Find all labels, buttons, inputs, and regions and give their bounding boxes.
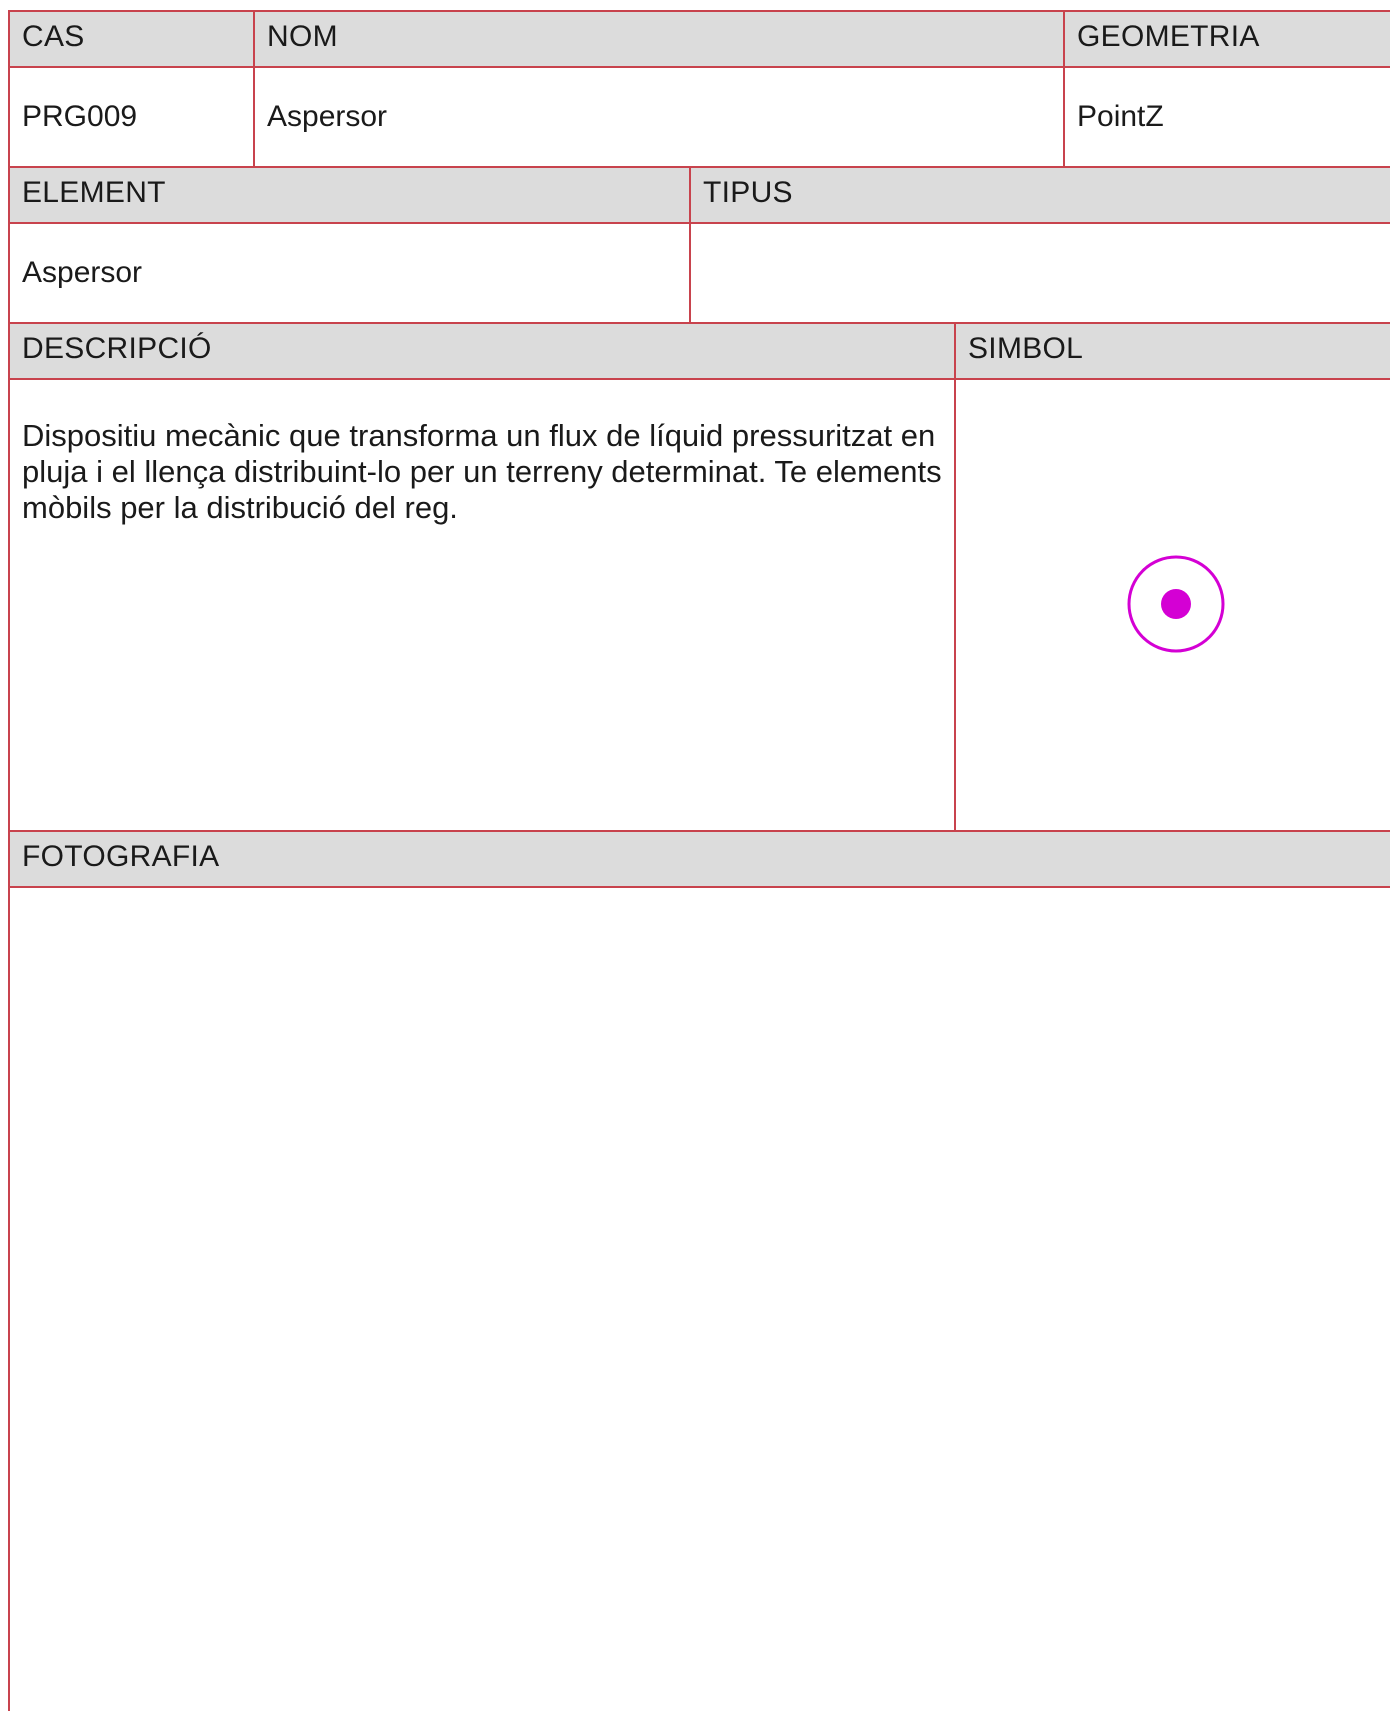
simbol-cell [954,378,1390,832]
tipus-value [689,222,1390,324]
nom-value: Aspersor [253,66,1065,168]
descripcio-text: Dispositiu mecànic que transforma un flu… [22,418,942,525]
cas-header: CAS [8,10,255,68]
element-header: ELEMENT [8,166,691,224]
simbol-header: SIMBOL [954,322,1390,380]
sprinkler-point-symbol-icon [1127,555,1225,653]
fotografia-area [8,886,1390,1711]
descripcio-header: DESCRIPCIÓ [8,322,956,380]
tipus-header: TIPUS [689,166,1390,224]
feature-sheet: CAS NOM GEOMETRIA PRG009 Aspersor PointZ… [0,0,1390,1711]
fotografia-header: FOTOGRAFIA [8,830,1390,888]
geometria-header: GEOMETRIA [1063,10,1390,68]
nom-header: NOM [253,10,1065,68]
descripcio-cell: Dispositiu mecànic que transforma un flu… [8,378,956,832]
cas-value: PRG009 [8,66,255,168]
element-value: Aspersor [8,222,691,324]
geometria-value: PointZ [1063,66,1390,168]
